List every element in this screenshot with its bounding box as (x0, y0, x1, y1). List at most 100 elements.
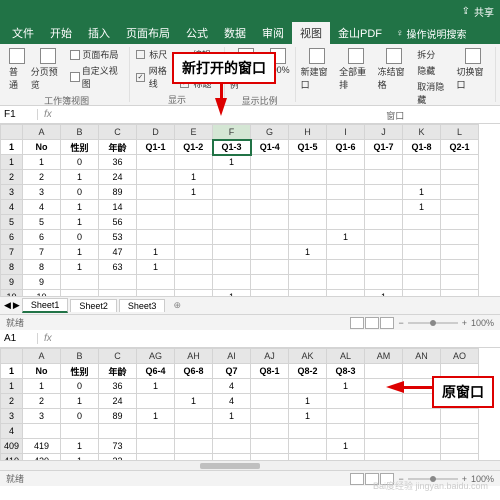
menu-页面布局[interactable]: 页面布局 (118, 22, 178, 44)
header-cell[interactable]: No (23, 140, 61, 155)
cell[interactable] (365, 424, 403, 439)
cell[interactable] (403, 439, 441, 454)
cell[interactable]: 1 (289, 245, 327, 260)
cell[interactable] (327, 245, 365, 260)
add-sheet-button[interactable]: ⊕ (167, 300, 187, 311)
col-header[interactable] (1, 125, 23, 140)
col-header[interactable]: L (441, 125, 479, 140)
header-cell[interactable]: Q1-4 (251, 140, 289, 155)
fx-icon[interactable]: fx (38, 333, 58, 344)
cell[interactable]: 1 (403, 200, 441, 215)
header-cell[interactable]: Q8-3 (327, 364, 365, 379)
pagebreak-button[interactable]: 分页预览 (30, 47, 66, 92)
cell[interactable] (441, 260, 479, 275)
cell[interactable]: 53 (99, 230, 137, 245)
cell[interactable] (251, 170, 289, 185)
normal-view-button[interactable]: 普通 (8, 47, 27, 92)
cell[interactable]: 1 (365, 290, 403, 297)
cell[interactable]: 4 (23, 200, 61, 215)
cell[interactable]: 24 (99, 170, 137, 185)
cell[interactable]: 8 (23, 260, 61, 275)
cell[interactable]: 1 (61, 394, 99, 409)
cell[interactable]: 5 (23, 215, 61, 230)
zoom-level[interactable]: 100% (471, 318, 494, 328)
cell[interactable] (365, 439, 403, 454)
col-header[interactable]: AM (365, 349, 403, 364)
cell[interactable]: 1 (23, 155, 61, 170)
header-cell[interactable]: Q1-7 (365, 140, 403, 155)
cell[interactable]: 7 (23, 245, 61, 260)
menu-公式[interactable]: 公式 (178, 22, 216, 44)
row-header[interactable]: 9 (1, 275, 23, 290)
cell[interactable]: 1 (213, 155, 251, 170)
cell[interactable]: 1 (61, 215, 99, 230)
row-header[interactable]: 409 (1, 439, 23, 454)
cell[interactable] (365, 230, 403, 245)
cell[interactable] (441, 230, 479, 245)
menu-开始[interactable]: 开始 (42, 22, 80, 44)
col-header[interactable]: AI (213, 349, 251, 364)
cell[interactable] (441, 290, 479, 297)
cell[interactable]: 4 (213, 379, 251, 394)
cell[interactable] (403, 424, 441, 439)
cell[interactable] (213, 245, 251, 260)
header-cell[interactable]: Q6-4 (137, 364, 175, 379)
cell[interactable] (365, 245, 403, 260)
cell[interactable] (251, 275, 289, 290)
cell[interactable] (251, 245, 289, 260)
nav-next[interactable]: ▶ (13, 300, 20, 311)
cell[interactable]: 1 (61, 439, 99, 454)
cell[interactable] (403, 245, 441, 260)
row-header[interactable]: 1 (1, 364, 23, 379)
cell[interactable] (251, 230, 289, 245)
cell[interactable]: 4 (213, 394, 251, 409)
cell[interactable] (289, 215, 327, 230)
row-header[interactable]: 8 (1, 260, 23, 275)
menu-金山PDF[interactable]: 金山PDF (330, 22, 390, 44)
header-cell[interactable]: Q1-6 (327, 140, 365, 155)
cell[interactable] (365, 170, 403, 185)
cell[interactable] (403, 409, 441, 424)
cell[interactable] (137, 230, 175, 245)
cell[interactable] (327, 155, 365, 170)
cell[interactable] (289, 439, 327, 454)
col-header[interactable]: B (61, 125, 99, 140)
cell[interactable] (251, 290, 289, 297)
cell[interactable]: 1 (61, 245, 99, 260)
cell[interactable] (403, 155, 441, 170)
col-header[interactable]: A (23, 125, 61, 140)
cell[interactable] (137, 155, 175, 170)
cell[interactable]: 3 (23, 185, 61, 200)
cell[interactable]: 1 (137, 245, 175, 260)
header-cell[interactable]: Q8-1 (251, 364, 289, 379)
cell[interactable] (441, 155, 479, 170)
cell[interactable] (175, 200, 213, 215)
freeze-button[interactable]: 冻结窗格 (377, 47, 413, 92)
switch-window-button[interactable]: 切换窗口 (455, 47, 491, 92)
header-cell[interactable]: 性别 (61, 364, 99, 379)
cell[interactable] (137, 290, 175, 297)
cell[interactable] (365, 200, 403, 215)
horizontal-scrollbar[interactable] (0, 460, 500, 470)
cell[interactable] (403, 170, 441, 185)
menu-视图[interactable]: 视图 (292, 22, 330, 44)
cell[interactable] (251, 424, 289, 439)
cell[interactable] (213, 215, 251, 230)
cell[interactable] (289, 155, 327, 170)
cell[interactable] (441, 200, 479, 215)
col-header[interactable]: AJ (251, 349, 289, 364)
header-cell[interactable]: Q6-8 (175, 364, 213, 379)
col-header[interactable]: AN (403, 349, 441, 364)
cell[interactable] (251, 200, 289, 215)
cell[interactable]: 1 (175, 170, 213, 185)
fx-icon[interactable]: fx (38, 109, 58, 120)
cell[interactable] (441, 275, 479, 290)
col-header[interactable]: D (137, 125, 175, 140)
row-header[interactable]: 4 (1, 424, 23, 439)
cell[interactable] (289, 260, 327, 275)
cell[interactable] (327, 185, 365, 200)
header-cell[interactable]: Q2-1 (441, 140, 479, 155)
nav-prev[interactable]: ◀ (4, 300, 11, 311)
cell[interactable] (289, 290, 327, 297)
gridlines-check[interactable]: ✓网格线 (134, 63, 175, 91)
